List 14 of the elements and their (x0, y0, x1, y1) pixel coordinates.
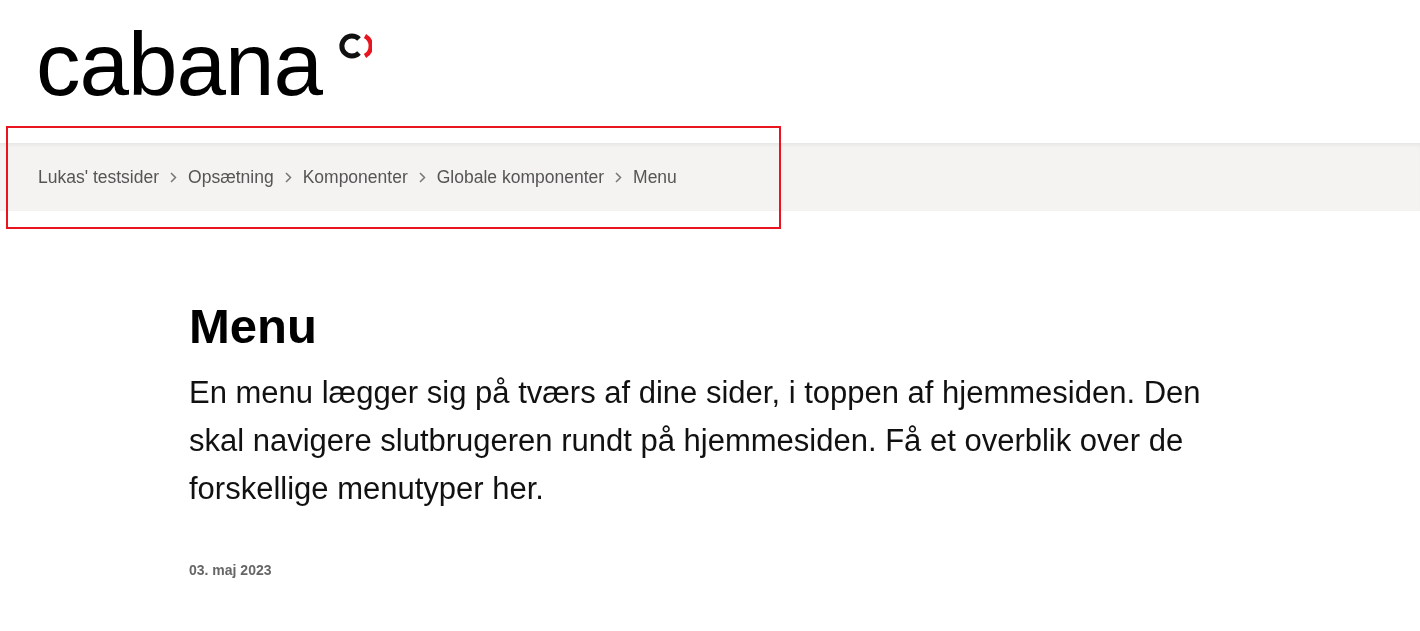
breadcrumb-link[interactable]: Lukas' testsider (38, 166, 160, 188)
publish-date: 03. maj 2023 (189, 561, 272, 579)
chevron-icon (170, 171, 178, 183)
chevron-icon (615, 171, 623, 183)
breadcrumb-link[interactable]: Menu (633, 166, 677, 188)
chevron-icon (418, 171, 426, 183)
page-title: Menu (189, 298, 317, 355)
chevron-icon (284, 171, 292, 183)
breadcrumb-link[interactable]: Komponenter (302, 166, 408, 188)
intro-paragraph: En menu lægger sig på tværs af dine sider, i toppen af hjemmesiden. Den skal navigere slutbrugeren rundt på hjemmesiden. Få et overblik over de forskellige menutyper her. (189, 374, 1202, 508)
breadcrumb-link[interactable]: Opsætning (188, 166, 274, 188)
breadcrumb-link[interactable]: Globale komponenter (436, 166, 605, 188)
logo-wordmark[interactable]: cabana (36, 14, 322, 114)
logo-mark-icon (338, 33, 372, 59)
